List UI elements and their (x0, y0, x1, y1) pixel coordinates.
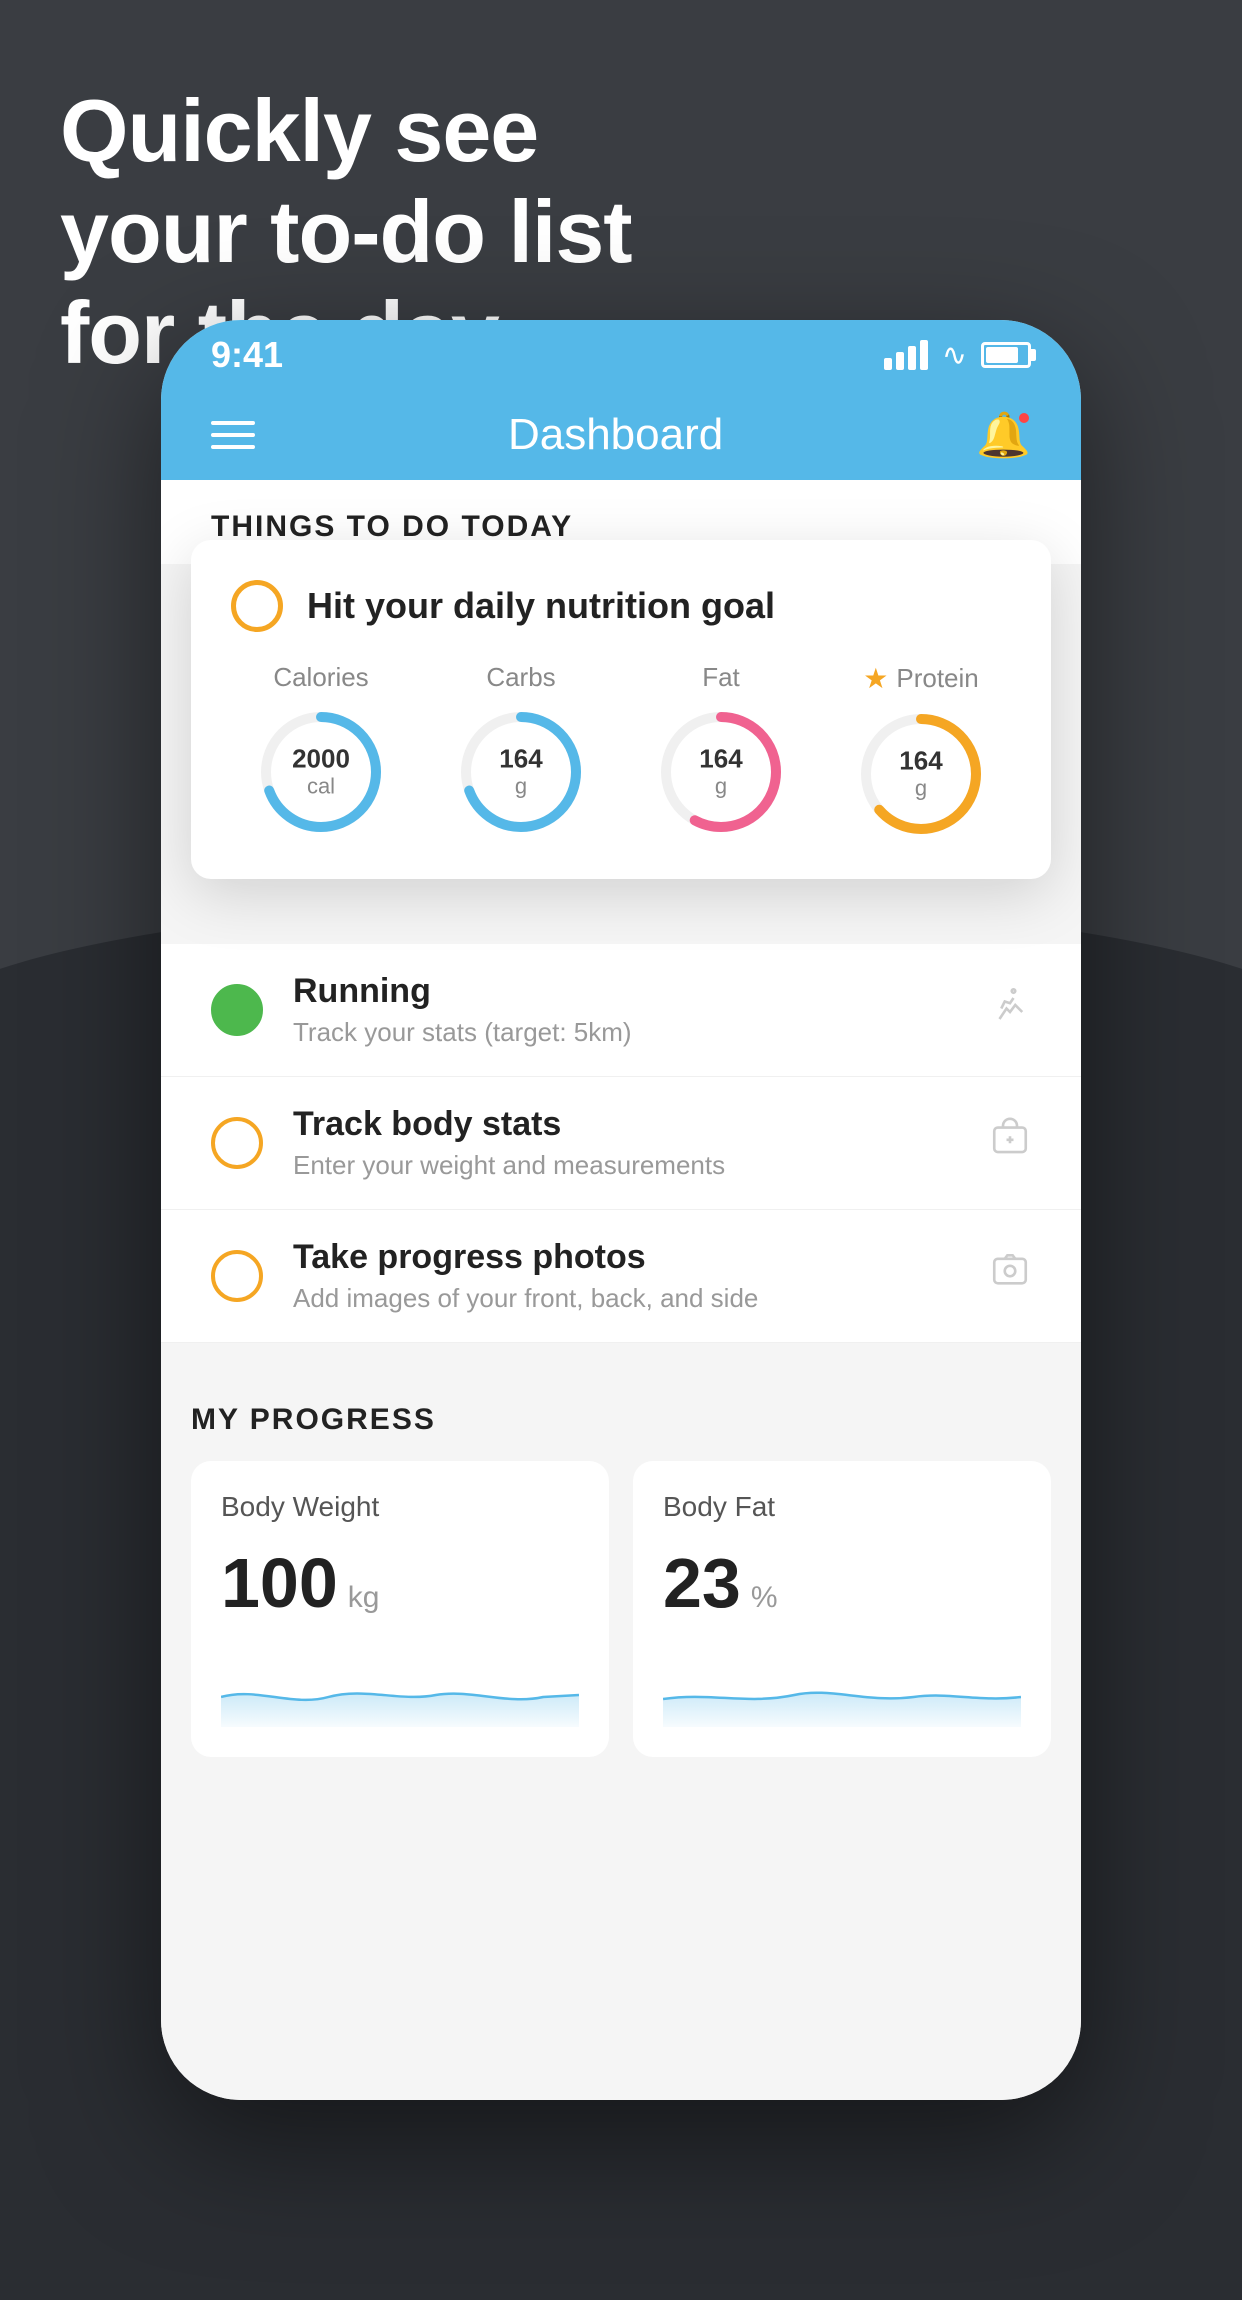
scale-icon (989, 1117, 1031, 1169)
status-icons: ∿ (884, 338, 1031, 373)
todo-text-body-stats: Track body stats Enter your weight and m… (293, 1105, 959, 1181)
todo-list: Running Track your stats (target: 5km) T… (161, 944, 1081, 1343)
protein-donut: 164 g (856, 709, 986, 839)
fat-donut: 164 g (656, 707, 786, 837)
body-fat-number: 23 (663, 1543, 741, 1623)
body-weight-unit: kg (348, 1581, 380, 1615)
status-bar: 9:41 ∿ (161, 320, 1081, 390)
carbs-label: Carbs (486, 662, 555, 693)
nutrition-metrics: Calories 2000 cal Carbs (231, 662, 1011, 839)
card-header: Hit your daily nutrition goal (231, 580, 1011, 632)
nutrition-card-title: Hit your daily nutrition goal (307, 585, 775, 627)
progress-section: MY PROGRESS Body Weight 100 kg (161, 1403, 1081, 1757)
body-weight-number: 100 (221, 1543, 338, 1623)
phone-frame: 9:41 ∿ Dashboard 🔔 THINGS TO DO TODAY (161, 320, 1081, 2100)
body-weight-chart (221, 1647, 579, 1727)
app-content: THINGS TO DO TODAY Hit your daily nutrit… (161, 480, 1081, 2100)
todo-text-photos: Take progress photos Add images of your … (293, 1238, 959, 1314)
metric-fat: Fat 164 g (656, 662, 786, 839)
body-weight-card[interactable]: Body Weight 100 kg (191, 1461, 609, 1757)
metric-calories: Calories 2000 cal (256, 662, 386, 839)
notification-bell[interactable]: 🔔 (976, 409, 1031, 461)
body-fat-unit: % (751, 1581, 778, 1615)
protein-label: ★ Protein (863, 662, 979, 695)
progress-cards: Body Weight 100 kg (191, 1461, 1051, 1757)
calories-donut: 2000 cal (256, 707, 386, 837)
carbs-donut: 164 g (456, 707, 586, 837)
progress-section-title: MY PROGRESS (191, 1403, 1051, 1437)
nav-bar: Dashboard 🔔 (161, 390, 1081, 480)
running-icon (989, 984, 1031, 1036)
notification-dot (1017, 411, 1031, 425)
todo-circle-running (211, 984, 263, 1036)
star-icon: ★ (863, 662, 888, 695)
fat-label: Fat (702, 662, 740, 693)
nutrition-card[interactable]: Hit your daily nutrition goal Calories 2… (191, 540, 1051, 879)
todo-circle-body-stats (211, 1117, 263, 1169)
body-weight-value: 100 kg (221, 1543, 579, 1623)
calories-label: Calories (273, 662, 368, 693)
body-fat-title: Body Fat (663, 1491, 1021, 1523)
todo-item-body-stats[interactable]: Track body stats Enter your weight and m… (161, 1077, 1081, 1210)
hamburger-menu[interactable] (211, 421, 255, 449)
metric-protein: ★ Protein 164 g (856, 662, 986, 839)
nav-title: Dashboard (508, 410, 723, 460)
body-weight-title: Body Weight (221, 1491, 579, 1523)
wifi-icon: ∿ (942, 338, 967, 373)
body-fat-chart (663, 1647, 1021, 1727)
metric-carbs: Carbs 164 g (456, 662, 586, 839)
body-fat-value: 23 % (663, 1543, 1021, 1623)
todo-circle-nutrition (231, 580, 283, 632)
todo-item-running[interactable]: Running Track your stats (target: 5km) (161, 944, 1081, 1077)
things-section-title: THINGS TO DO TODAY (211, 510, 573, 543)
body-fat-card[interactable]: Body Fat 23 % (633, 1461, 1051, 1757)
photo-icon (989, 1250, 1031, 1302)
status-time: 9:41 (211, 334, 283, 376)
todo-text-running: Running Track your stats (target: 5km) (293, 972, 959, 1048)
todo-item-photos[interactable]: Take progress photos Add images of your … (161, 1210, 1081, 1343)
battery-icon (981, 342, 1031, 368)
signal-icon (884, 340, 928, 370)
todo-circle-photos (211, 1250, 263, 1302)
